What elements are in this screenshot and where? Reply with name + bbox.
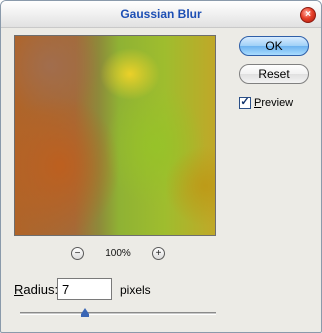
close-button[interactable]: × [300,7,316,23]
gaussian-blur-dialog: Gaussian Blur × − 100% + OK Reset ✓ Prev… [0,0,322,333]
zoom-controls: − 100% + [14,247,216,263]
preview-label: Preview [254,97,294,109]
preview-checkbox-row[interactable]: ✓ Preview [239,96,319,111]
zoom-out-icon[interactable]: − [71,247,84,260]
blur-preview-image[interactable] [14,35,216,236]
dialog-title: Gaussian Blur [120,7,202,21]
zoom-level: 100% [105,248,131,259]
close-icon: × [305,9,311,20]
radius-label: Radius: [14,282,59,297]
checkmark-icon: ✓ [240,96,250,108]
radius-unit-label: pixels [120,283,151,297]
radius-slider-track[interactable] [20,312,216,315]
title-bar[interactable]: Gaussian Blur × [1,1,321,28]
zoom-in-icon[interactable]: + [152,247,165,260]
reset-button[interactable]: Reset [239,64,309,84]
ok-button[interactable]: OK [239,36,309,56]
preview-checkbox[interactable]: ✓ [239,96,251,109]
radius-slider-thumb-base[interactable] [80,314,89,317]
radius-input[interactable] [57,278,112,300]
